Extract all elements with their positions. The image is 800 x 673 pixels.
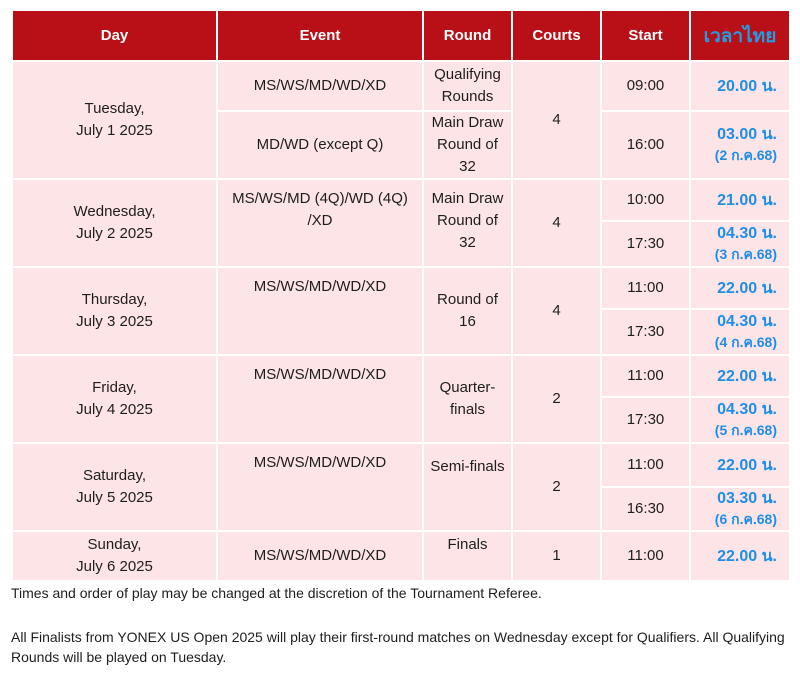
- thai-time-cell: 04.30 น. (3 ก.ค.68): [689, 220, 791, 268]
- day-name: Friday,: [92, 379, 137, 396]
- thai-time: 22.00 น.: [717, 367, 777, 385]
- thai-time-cell: 04.30 น. (4 ก.ค.68): [689, 308, 791, 356]
- thai-time-cell: 04.30 น. (5 ก.ค.68): [689, 396, 791, 444]
- start-cell: 17:30: [600, 308, 691, 356]
- header-round: Round: [422, 9, 513, 62]
- event-cell: MS/WS/MD/WD/XD: [216, 266, 424, 356]
- courts-cell: 2: [511, 442, 602, 532]
- day-cell: Thursday, July 3 2025: [11, 266, 218, 356]
- thai-time-cell: 22.00 น.: [689, 354, 791, 398]
- day-name: Tuesday,: [84, 100, 145, 117]
- event-cell: MD/WD (except Q): [216, 110, 424, 180]
- round-cell: Qualifying Rounds: [422, 60, 513, 112]
- courts-cell: 1: [511, 530, 602, 582]
- table-row: Thursday, July 3 2025 MS/WS/MD/WD/XD Rou…: [11, 266, 791, 356]
- start-cell: 11:00: [600, 354, 691, 398]
- event-cell: MS/WS/MD (4Q)/WD (4Q) /XD: [216, 178, 424, 268]
- thai-time: 03.30 น.: [717, 490, 777, 507]
- referee-note: Times and order of play may be changed a…: [11, 585, 542, 601]
- header-row: Day Event Round Courts Start เวลาไทย: [11, 9, 791, 62]
- round-cell: Finals: [422, 530, 513, 582]
- day-name: Wednesday,: [73, 203, 156, 220]
- courts-cell: 2: [511, 354, 602, 444]
- thai-time: 20.00 น.: [717, 77, 777, 95]
- thai-date: (6 ก.ค.68): [714, 511, 777, 527]
- start-cell: 17:30: [600, 396, 691, 444]
- thai-time-cell: 20.00 น.: [689, 60, 791, 112]
- header-thai-time: เวลาไทย: [689, 9, 791, 62]
- event-cell: MS/WS/MD/WD/XD: [216, 354, 424, 444]
- day-date: July 2 2025: [76, 225, 153, 242]
- thai-time-cell: 22.00 น.: [689, 442, 791, 488]
- thai-time: 22.00 น.: [717, 456, 777, 474]
- start-cell: 09:00: [600, 60, 691, 112]
- table-row: Sunday, July 6 2025 MS/WS/MD/WD/XD Final…: [11, 530, 791, 582]
- thai-time: 03.00 น.: [717, 126, 777, 143]
- round-cell: Quarter-finals: [422, 354, 513, 444]
- day-cell: Wednesday, July 2 2025: [11, 178, 218, 268]
- day-date: July 3 2025: [76, 313, 153, 330]
- day-name: Thursday,: [81, 291, 148, 308]
- day-cell: Sunday, July 6 2025: [11, 530, 218, 582]
- table-row: Tuesday, July 1 2025 MS/WS/MD/WD/XD Qual…: [11, 60, 791, 180]
- start-cell: 11:00: [600, 442, 691, 488]
- courts-cell: 4: [511, 266, 602, 356]
- round-cell: Semi-finals: [422, 442, 513, 532]
- thai-date: (3 ก.ค.68): [714, 246, 777, 262]
- header-day: Day: [11, 9, 218, 62]
- courts-cell: 4: [511, 178, 602, 268]
- thai-date: (4 ก.ค.68): [714, 334, 777, 350]
- start-cell: 11:00: [600, 530, 691, 582]
- thai-time: 04.30 น.: [717, 225, 777, 242]
- day-date: July 4 2025: [76, 401, 153, 418]
- thai-time: 04.30 น.: [717, 313, 777, 330]
- start-cell: 11:00: [600, 266, 691, 310]
- day-cell: Saturday, July 5 2025: [11, 442, 218, 532]
- table-row: Friday, July 4 2025 MS/WS/MD/WD/XD Quart…: [11, 354, 791, 444]
- thai-time-cell: 22.00 น.: [689, 266, 791, 310]
- start-cell: 17:30: [600, 220, 691, 268]
- header-start: Start: [600, 9, 691, 62]
- start-cell: 16:00: [600, 110, 691, 180]
- event-cell: MS/WS/MD/WD/XD: [216, 530, 424, 582]
- thai-time-cell: 03.30 น. (6 ก.ค.68): [689, 486, 791, 532]
- event-cell: MS/WS/MD/WD/XD: [216, 60, 424, 112]
- thai-date: (5 ก.ค.68): [714, 422, 777, 438]
- round-cell: Round of 16: [422, 266, 513, 356]
- thai-time: 22.00 น.: [717, 547, 777, 565]
- schedule-table: Day Event Round Courts Start เวลาไทย Tue…: [11, 9, 791, 582]
- header-event: Event: [216, 9, 424, 62]
- thai-time-cell: 21.00 น.: [689, 178, 791, 222]
- day-date: July 1 2025: [76, 122, 153, 139]
- courts-cell: 4: [511, 60, 602, 180]
- day-name: Sunday,: [87, 536, 142, 553]
- start-cell: 10:00: [600, 178, 691, 222]
- day-name: Saturday,: [82, 467, 147, 484]
- thai-time: 21.00 น.: [717, 191, 777, 209]
- thai-date: (2 ก.ค.68): [714, 147, 777, 163]
- table-row: Wednesday, July 2 2025 MS/WS/MD (4Q)/WD …: [11, 178, 791, 268]
- day-date: July 5 2025: [76, 489, 153, 506]
- day-cell: Tuesday, July 1 2025: [11, 60, 218, 180]
- thai-time: 22.00 น.: [717, 279, 777, 297]
- round-cell: Main Draw Round of 32: [422, 110, 513, 180]
- thai-time: 04.30 น.: [717, 401, 777, 418]
- table-row: Saturday, July 5 2025 MS/WS/MD/WD/XD Sem…: [11, 442, 791, 532]
- header-courts: Courts: [511, 9, 602, 62]
- thai-time-cell: 22.00 น.: [689, 530, 791, 582]
- schedule-page: Day Event Round Courts Start เวลาไทย Tue…: [0, 0, 800, 673]
- finalists-note: All Finalists from YONEX US Open 2025 wi…: [11, 629, 785, 665]
- start-cell: 16:30: [600, 486, 691, 532]
- day-cell: Friday, July 4 2025: [11, 354, 218, 444]
- event-cell: MS/WS/MD/WD/XD: [216, 442, 424, 532]
- thai-time-cell: 03.00 น. (2 ก.ค.68): [689, 110, 791, 180]
- round-cell: Main Draw Round of 32: [422, 178, 513, 268]
- day-date: July 6 2025: [76, 558, 153, 575]
